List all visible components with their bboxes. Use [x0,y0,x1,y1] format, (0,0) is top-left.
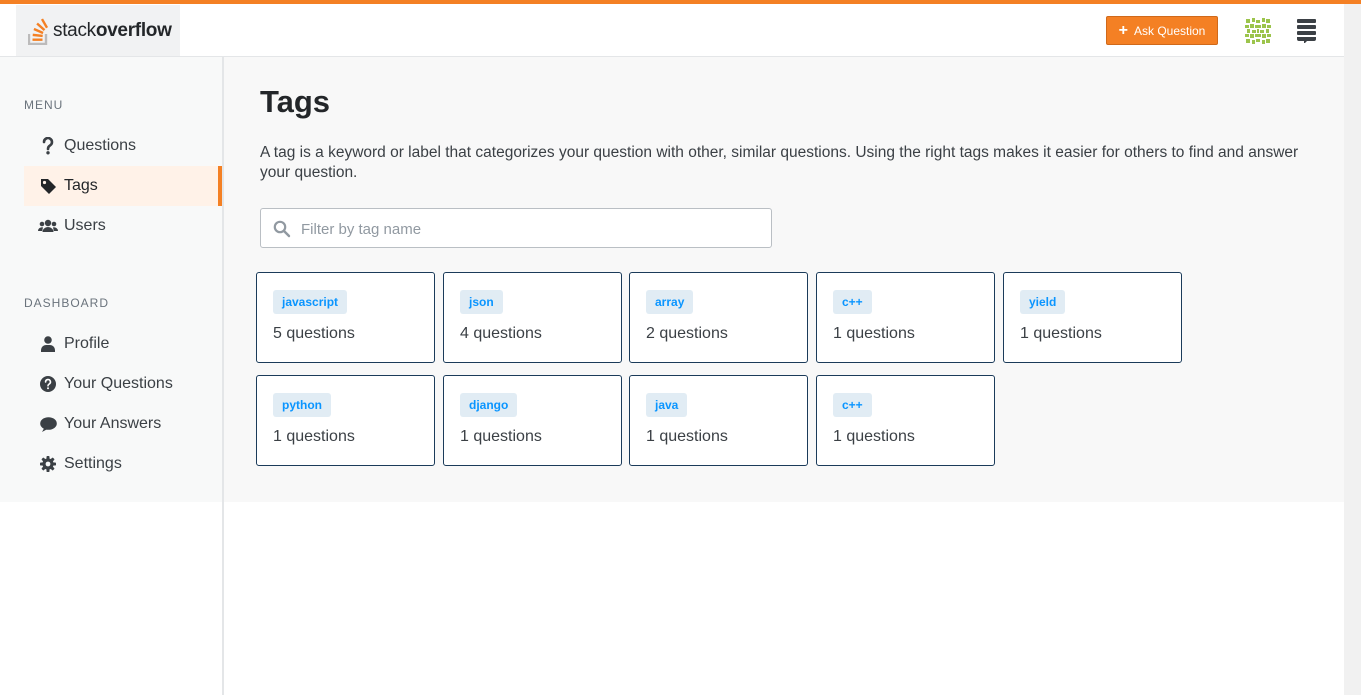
tag-badge[interactable]: c++ [833,393,872,417]
tag-question-count: 1 questions [833,325,915,342]
tag-question-count: 2 questions [646,325,728,342]
users-icon [38,216,58,236]
avatar[interactable] [1243,16,1273,46]
sidebar-item-label: Your Answers [64,415,162,432]
sidebar-item-tags[interactable]: Tags [24,166,222,206]
tag-card: django 1 questions [443,375,622,466]
tag-question-count: 5 questions [273,325,355,342]
tag-question-count: 4 questions [460,325,542,342]
question-icon [38,136,58,156]
sidebar-item-label: Settings [64,455,122,472]
comment-icon [38,414,58,434]
sidebar-item-questions[interactable]: Questions [24,126,222,166]
sidebar-item-label: Profile [64,335,110,352]
dashboard-section-title: DASHBOARD [24,296,110,310]
tag-question-count: 1 questions [273,428,355,445]
tag-question-count: 1 questions [646,428,728,445]
page-description: A tag is a keyword or label that categor… [260,144,1299,181]
sidebar-item-label: Users [64,217,106,234]
tag-badge[interactable]: django [460,393,518,417]
tag-card: yield 1 questions [1003,272,1182,363]
tag-card: c++ 1 questions [816,272,995,363]
tag-question-count: 1 questions [1020,325,1102,342]
sidebar-item-settings[interactable]: Settings [24,444,222,484]
tag-badge[interactable]: json [460,290,503,314]
tag-icon [38,176,58,196]
sidebar-item-your-answers[interactable]: Your Answers [24,404,222,444]
sidebar-item-label: Questions [64,137,137,154]
sidebar-item-label: Your Questions [64,375,173,392]
tag-badge[interactable]: c++ [833,290,872,314]
tag-filter-input[interactable] [301,218,761,240]
menu-section-title: MENU [24,98,64,112]
tag-question-count: 1 questions [833,428,915,445]
user-icon [38,334,58,354]
tag-badge[interactable]: java [646,393,688,417]
site-switcher-icon[interactable] [1297,19,1316,43]
tag-badge[interactable]: javascript [273,290,348,314]
sidebar-item-profile[interactable]: Profile [24,324,222,364]
sidebar-item-label: Tags [64,177,98,194]
tag-badge[interactable]: yield [1020,290,1066,314]
page-title: Tags [260,84,331,119]
search-icon [273,220,291,238]
gear-icon [38,454,58,474]
stackoverflow-logo[interactable]: stackoverflow [16,5,180,56]
sidebar-item-your-questions[interactable]: Your Questions [24,364,222,404]
tag-card: json 4 questions [443,272,622,363]
tag-badge[interactable]: array [646,290,694,314]
tag-card: java 1 questions [629,375,808,466]
question-circle-icon [38,374,58,394]
ask-question-button[interactable]: + Ask Question [1106,16,1218,45]
tag-question-count: 1 questions [460,428,542,445]
sidebar-item-users[interactable]: Users [24,206,222,246]
tag-badge[interactable]: python [273,393,331,417]
ask-question-label: Ask Question [1133,23,1206,38]
tag-filter-box [260,208,772,248]
tag-card: python 1 questions [256,375,435,466]
tag-card: javascript 5 questions [256,272,435,363]
tag-card: array 2 questions [629,272,808,363]
logo-text: stackoverflow [53,19,172,41]
scrollbar[interactable] [1344,4,1361,695]
stackoverflow-logo-icon [28,17,49,45]
site-header: stackoverflow + Ask Question [0,4,1344,57]
tag-card: c++ 1 questions [816,375,995,466]
plus-icon: + [1118,21,1128,39]
